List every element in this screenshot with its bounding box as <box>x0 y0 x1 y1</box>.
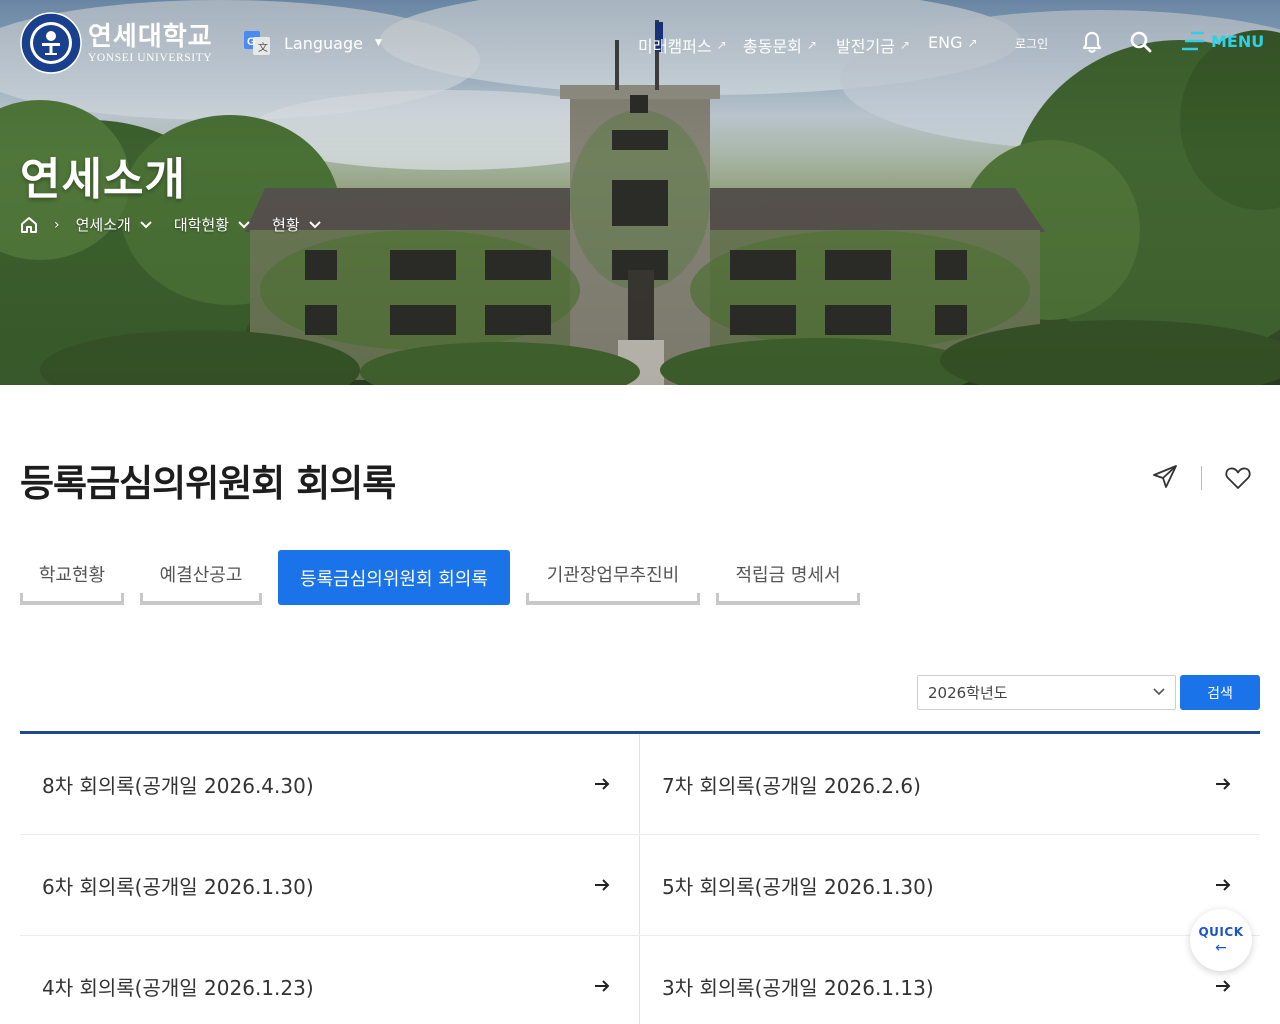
logo-english-text: YONSEI UNIVERSITY <box>88 52 213 64</box>
translate-icon: G 文 <box>244 31 270 55</box>
language-selector[interactable]: G 文 Language ▼ <box>244 31 382 55</box>
tab-tuition-minutes[interactable]: 등록금심의위원회 회의록 <box>278 550 510 605</box>
svg-text:文: 文 <box>258 41 268 54</box>
home-icon[interactable] <box>20 216 38 234</box>
tab-budget-notice[interactable]: 예결산공고 <box>140 550 262 605</box>
arrow-right-icon <box>1216 980 1231 992</box>
heart-icon[interactable] <box>1224 464 1252 492</box>
arrow-right-icon <box>595 879 610 891</box>
minutes-item[interactable]: 3차 회의록(공개일 2026.1.13) <box>640 936 1260 1024</box>
chevron-right-icon: › <box>54 216 60 233</box>
external-link-icon: ↗ <box>967 35 978 50</box>
chevron-down-icon <box>140 220 152 228</box>
minutes-item[interactable]: 8차 회의록(공개일 2026.4.30) <box>20 734 640 834</box>
university-logo[interactable]: 연세대학교 YONSEI UNIVERSITY <box>20 12 213 74</box>
arrow-right-icon <box>1216 778 1231 790</box>
util-link-english[interactable]: ENG ↗ <box>928 33 978 52</box>
quick-menu-button[interactable]: QUICK ← <box>1190 909 1252 971</box>
arrow-right-icon <box>1216 879 1231 891</box>
arrow-right-icon <box>595 980 610 992</box>
minutes-item[interactable]: 5차 회의록(공개일 2026.1.30) <box>640 835 1260 935</box>
tab-executive-expenses[interactable]: 기관장업무추진비 <box>526 550 700 605</box>
list-row: 8차 회의록(공개일 2026.4.30) 7차 회의록(공개일 2026.2.… <box>20 734 1260 835</box>
util-link-alumni[interactable]: 총동문회 ↗ <box>743 33 817 57</box>
caret-down-icon: ▼ <box>374 38 382 48</box>
chevron-down-icon <box>308 220 321 228</box>
search-icon[interactable] <box>1129 30 1153 54</box>
breadcrumb-item-status[interactable]: 대학현황 <box>174 214 250 235</box>
util-link-future-campus[interactable]: 미래캠퍼스 ↗ <box>638 33 727 57</box>
minutes-list: 8차 회의록(공개일 2026.4.30) 7차 회의록(공개일 2026.2.… <box>20 731 1260 1024</box>
year-select-value: 2026학년도 <box>928 684 1008 702</box>
menu-button[interactable]: MENU <box>1181 30 1264 52</box>
external-link-icon: ↗ <box>806 38 817 52</box>
breadcrumb: › 연세소개 대학현황 현황 <box>20 214 343 235</box>
chevron-down-icon <box>238 220 250 228</box>
sub-tabs: 학교현황 예결산공고 등록금심의위원회 회의록 기관장업무추진비 적립금 명세서 <box>20 550 876 605</box>
tab-school-status[interactable]: 학교현황 <box>20 550 124 605</box>
login-link[interactable]: 로그인 <box>1015 35 1048 52</box>
quick-label: QUICK <box>1198 925 1244 939</box>
tab-reserve-fund[interactable]: 적립금 명세서 <box>716 550 860 605</box>
util-link-fund[interactable]: 발전기금 ↗ <box>836 33 910 57</box>
language-label: Language <box>284 33 363 53</box>
section-title: 등록금심의위원회 회의록 <box>20 462 396 505</box>
year-select[interactable]: 2026학년도 <box>917 675 1176 710</box>
university-emblem-icon <box>20 12 82 74</box>
minutes-item[interactable]: 6차 회의록(공개일 2026.1.30) <box>20 835 640 935</box>
arrow-left-icon: ← <box>1215 940 1227 956</box>
divider <box>1201 466 1202 490</box>
minutes-item[interactable]: 7차 회의록(공개일 2026.2.6) <box>640 734 1260 834</box>
hamburger-icon <box>1182 31 1204 51</box>
breadcrumb-item-current[interactable]: 현황 <box>272 214 321 235</box>
menu-label: MENU <box>1211 31 1265 51</box>
share-icon[interactable] <box>1151 463 1179 491</box>
page-title: 연세소개 <box>20 154 186 205</box>
arrow-right-icon <box>595 778 610 790</box>
list-row: 6차 회의록(공개일 2026.1.30) 5차 회의록(공개일 2026.1.… <box>20 835 1260 936</box>
top-navigation: 연세대학교 YONSEI UNIVERSITY G 文 Language ▼ 미… <box>0 0 1280 86</box>
chevron-down-icon <box>1153 688 1165 696</box>
bell-icon[interactable] <box>1080 30 1104 54</box>
search-button[interactable]: 검색 <box>1180 675 1260 710</box>
list-row: 4차 회의록(공개일 2026.1.23) 3차 회의록(공개일 2026.1.… <box>20 936 1260 1024</box>
external-link-icon: ↗ <box>899 38 910 52</box>
external-link-icon: ↗ <box>716 38 727 52</box>
logo-korean-text: 연세대학교 <box>88 22 213 52</box>
svg-text:G: G <box>247 36 256 48</box>
minutes-item[interactable]: 4차 회의록(공개일 2026.1.23) <box>20 936 640 1024</box>
breadcrumb-item-about[interactable]: 연세소개 <box>76 214 152 235</box>
